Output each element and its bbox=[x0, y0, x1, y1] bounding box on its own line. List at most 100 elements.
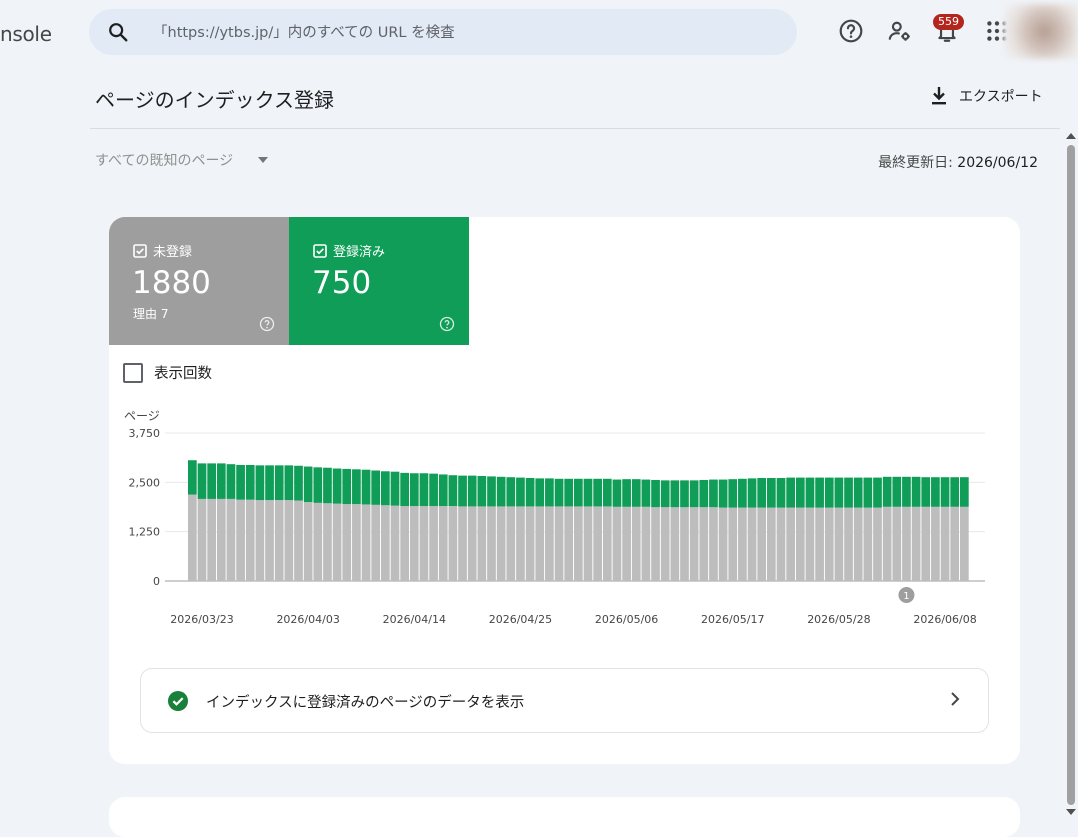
help-icon[interactable] bbox=[259, 316, 275, 332]
search-box[interactable] bbox=[89, 9, 797, 57]
bar-not-indexed bbox=[853, 507, 863, 581]
bar-not-indexed bbox=[776, 507, 786, 581]
bar-not-indexed bbox=[506, 506, 516, 581]
bar-indexed bbox=[332, 468, 342, 504]
not-indexed-label-text: 未登録 bbox=[153, 245, 193, 260]
bar-indexed bbox=[699, 479, 709, 508]
bar-not-indexed bbox=[680, 507, 689, 581]
bar-indexed bbox=[323, 467, 332, 504]
impressions-checkbox[interactable] bbox=[123, 362, 143, 383]
bar-not-indexed bbox=[545, 506, 554, 581]
bar-indexed bbox=[824, 477, 834, 508]
bar-not-indexed bbox=[795, 507, 805, 581]
scrollbar-thumb[interactable] bbox=[1067, 145, 1075, 805]
bar-not-indexed bbox=[303, 502, 313, 581]
bar-not-indexed bbox=[602, 506, 612, 581]
filter-label: すべての既知のページ bbox=[95, 153, 234, 169]
bar-indexed bbox=[467, 475, 477, 507]
chevron-right-icon bbox=[951, 692, 960, 706]
bar-indexed bbox=[834, 477, 844, 508]
chart-x-tick-label: 2026/04/03 bbox=[276, 613, 339, 626]
bar-not-indexed bbox=[863, 507, 873, 581]
bar-indexed bbox=[641, 479, 651, 507]
bar-indexed bbox=[265, 465, 274, 501]
bar-not-indexed bbox=[612, 506, 622, 581]
bar-not-indexed bbox=[834, 507, 844, 581]
bar-not-indexed bbox=[718, 507, 728, 581]
last-updated: 最終更新日: 2026/06/12 bbox=[878, 152, 1038, 172]
bar-not-indexed bbox=[670, 507, 680, 581]
bar-not-indexed bbox=[738, 507, 747, 581]
view-indexed-pages-link[interactable]: インデックスに登録済みのページのデータを表示 bbox=[140, 668, 989, 733]
bar-indexed bbox=[564, 478, 574, 507]
header-divider bbox=[90, 128, 1060, 129]
bar-not-indexed bbox=[226, 498, 236, 581]
user-settings-icon[interactable] bbox=[886, 18, 912, 44]
indexed-tile[interactable]: 登録済み 750 bbox=[289, 217, 469, 345]
bar-indexed bbox=[689, 480, 699, 508]
bar-not-indexed bbox=[458, 506, 467, 581]
scroll-up-arrow-icon[interactable] bbox=[1066, 132, 1076, 140]
bar-indexed bbox=[602, 478, 612, 507]
bar-not-indexed bbox=[815, 507, 824, 581]
bar-not-indexed bbox=[516, 506, 525, 581]
help-icon[interactable] bbox=[838, 18, 864, 44]
bar-not-indexed bbox=[641, 506, 651, 581]
bar-not-indexed bbox=[361, 504, 371, 581]
bar-not-indexed bbox=[805, 507, 815, 581]
bar-not-indexed bbox=[728, 507, 738, 581]
bar-not-indexed bbox=[419, 506, 429, 581]
bar-not-indexed bbox=[438, 506, 448, 581]
bar-indexed bbox=[429, 473, 438, 507]
bar-indexed bbox=[747, 478, 757, 508]
bar-indexed bbox=[197, 463, 207, 499]
bar-not-indexed bbox=[689, 507, 699, 581]
bar-indexed bbox=[390, 471, 400, 506]
bar-not-indexed bbox=[525, 506, 535, 581]
bar-not-indexed bbox=[371, 504, 381, 581]
bar-indexed bbox=[757, 477, 767, 508]
bar-indexed bbox=[853, 477, 863, 508]
impressions-toggle[interactable]: 表示回数 bbox=[123, 362, 212, 383]
bar-indexed bbox=[458, 475, 467, 507]
bar-indexed bbox=[776, 477, 786, 508]
bar-not-indexed bbox=[931, 506, 940, 581]
page-filter-dropdown[interactable]: すべての既知のページ bbox=[95, 150, 269, 170]
dropdown-arrow-icon bbox=[258, 157, 269, 163]
account-avatar[interactable] bbox=[1003, 4, 1078, 59]
bar-not-indexed bbox=[699, 507, 709, 581]
bar-indexed bbox=[950, 477, 960, 507]
bar-not-indexed bbox=[940, 506, 950, 581]
bar-indexed bbox=[786, 477, 795, 508]
chart-x-tick-label: 2026/04/14 bbox=[383, 613, 446, 626]
bar-indexed bbox=[361, 469, 371, 505]
bar-not-indexed bbox=[593, 506, 602, 581]
help-icon[interactable] bbox=[439, 316, 455, 332]
indexed-count: 750 bbox=[312, 265, 372, 301]
bar-indexed bbox=[303, 466, 313, 503]
bar-not-indexed bbox=[216, 498, 226, 581]
bar-indexed bbox=[931, 477, 940, 507]
bar-not-indexed bbox=[786, 507, 795, 581]
bar-not-indexed bbox=[294, 500, 303, 581]
bar-indexed bbox=[631, 479, 641, 507]
export-button[interactable]: エクスポート bbox=[930, 86, 1043, 106]
search-input[interactable] bbox=[151, 9, 775, 57]
bar-not-indexed bbox=[844, 507, 853, 581]
export-label: エクスポート bbox=[959, 89, 1043, 105]
bar-indexed bbox=[342, 468, 352, 505]
not-indexed-count: 1880 bbox=[132, 265, 211, 301]
bar-indexed bbox=[255, 465, 265, 501]
bar-not-indexed bbox=[342, 504, 352, 581]
view-indexed-pages-label: インデックスに登録済みのページのデータを表示 bbox=[206, 695, 525, 711]
check-circle-icon bbox=[168, 691, 188, 711]
not-indexed-tile[interactable]: 未登録 1880 理由 7 bbox=[109, 217, 289, 345]
bar-indexed bbox=[612, 479, 622, 507]
chart-x-tick-label: 2026/05/28 bbox=[807, 613, 870, 626]
bar-not-indexed bbox=[381, 505, 390, 581]
bar-indexed bbox=[805, 477, 815, 508]
scroll-down-arrow-icon[interactable] bbox=[1066, 808, 1076, 816]
bar-not-indexed bbox=[631, 506, 641, 581]
bar-not-indexed bbox=[448, 506, 458, 581]
bar-indexed bbox=[188, 460, 197, 495]
